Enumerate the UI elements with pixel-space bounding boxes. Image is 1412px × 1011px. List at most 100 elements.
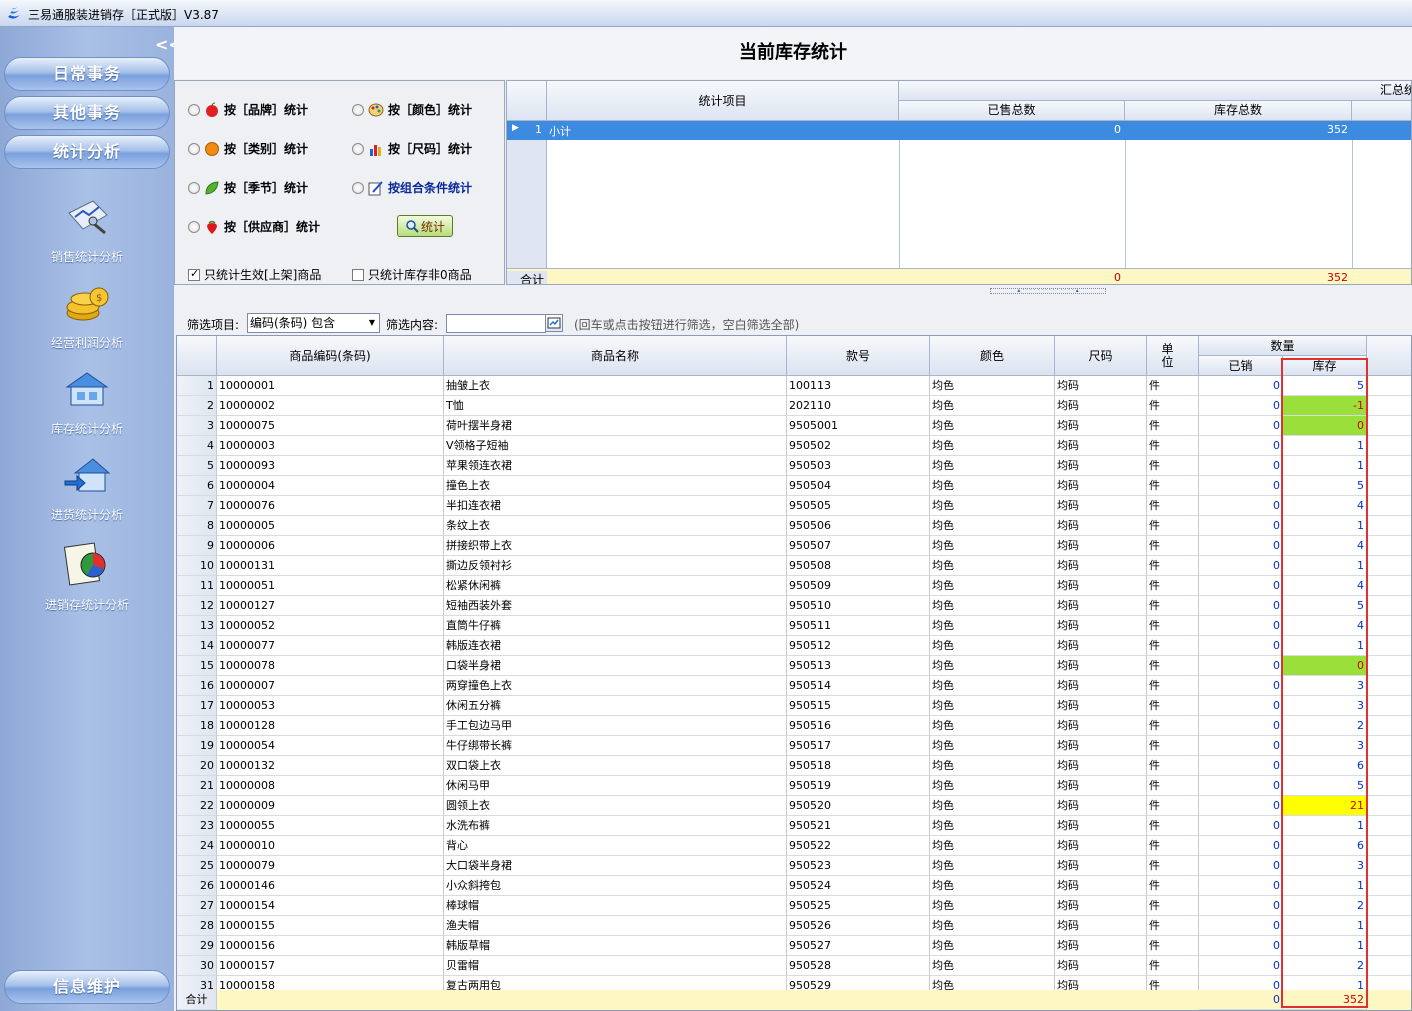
cell-sold: 0 [1199,396,1283,416]
table-row[interactable]: 21 10000008 休闲马甲 950519 均色 均码件 0 5 [177,776,1411,796]
cell-code: 10000156 [217,936,444,956]
cell-color: 均色 [930,716,1055,736]
option-by-combo[interactable]: 按组合条件统计 [352,179,472,196]
radio[interactable] [352,181,364,194]
filter-hint: (回车或点击按钮进行筛选，空白筛选全部) [574,318,800,332]
table-row[interactable]: 4 10000003 V领格子短袖 950502 均色 均码件 0 1 [177,436,1411,456]
cell-extra [1367,656,1411,676]
option-by-category[interactable]: 按［类别］统计 [188,140,308,157]
cell-sold: 0 [1199,916,1283,936]
nav-other-affairs[interactable]: 其他事务 [4,96,170,130]
filter-content-input[interactable] [446,314,546,333]
table-row[interactable]: 13 10000052 直筒牛仔裤 950511 均色 均码件 0 4 [177,616,1411,636]
radio[interactable] [188,142,200,155]
header-name[interactable]: 商品名称 [444,336,787,376]
table-row[interactable]: 28 10000155 渔夫帽 950526 均色 均码件 0 1 [177,916,1411,936]
cell-style: 950515 [787,696,930,716]
radio[interactable] [188,181,200,194]
summary-footer: 合计 0 352 [507,268,1411,284]
header-unit[interactable]: 单位 [1147,336,1199,376]
table-row[interactable]: 27 10000154 棒球帽 950525 均色 均码件 0 2 [177,896,1411,916]
table-row[interactable]: 22 10000009 圆领上衣 950520 均色 均码件 0 21 [177,796,1411,816]
coins-icon: $ [66,287,109,321]
table-row[interactable]: 17 10000053 休闲五分裤 950515 均色 均码件 0 3 [177,696,1411,716]
table-row[interactable]: 16 10000007 两穿撞色上衣 950514 均色 均码件 0 3 [177,676,1411,696]
cell-color: 均色 [930,616,1055,636]
option-by-color[interactable]: 按［颜色］统计 [352,101,472,118]
table-row[interactable]: 6 10000004 撞色上衣 950504 均色 均码件 0 5 [177,476,1411,496]
statistics-button[interactable]: 统计 [397,215,453,237]
cell-unit: 件 [1147,856,1199,876]
cell-sold: 0 [1199,636,1283,656]
cell-code: 10000004 [217,476,444,496]
row-number: 28 [177,916,217,936]
only-nonzero-checkbox[interactable]: 只统计库存非0商品 [352,266,472,283]
header-sold[interactable]: 已销 [1199,356,1283,376]
table-row[interactable]: 9 10000006 拼接织带上衣 950507 均色 均码件 0 4 [177,536,1411,556]
header-code[interactable]: 商品编码(条码) [217,336,444,376]
option-by-season[interactable]: 按［季节］统计 [188,179,308,196]
table-row[interactable]: 23 10000055 水洗布裤 950521 均色 均码件 0 1 [177,816,1411,836]
cell-size: 均码 [1055,856,1147,876]
summary-row-selected[interactable]: ▶ 1 小计 0 352 [507,121,1411,140]
table-row[interactable]: 24 10000010 背心 950522 均色 均码件 0 6 [177,836,1411,856]
cell-name: 松紧休闲裤 [444,576,787,596]
table-row[interactable]: 5 10000093 苹果领连衣裙 950503 均色 均码件 0 1 [177,456,1411,476]
panel-splitter[interactable]: ▴ · · · · · · · · · · · · · · ▴ [990,288,1106,294]
table-row[interactable]: 25 10000079 大口袋半身裙 950523 均色 均码件 0 3 [177,856,1411,876]
table-row[interactable]: 18 10000128 手工包边马甲 950516 均色 均码件 0 2 [177,716,1411,736]
option-by-supplier[interactable]: 按［供应商］统计 [188,218,320,235]
apple-icon [206,102,218,117]
table-row[interactable]: 8 10000005 条纹上衣 950506 均色 均码件 0 1 [177,516,1411,536]
radio[interactable] [188,103,200,116]
filter-item-select[interactable]: 编码(条码) 包含 ▼ [247,313,380,333]
checkbox-unchecked[interactable] [352,268,364,281]
table-row[interactable]: 30 10000157 贝雷帽 950528 均色 均码件 0 2 [177,956,1411,976]
table-row[interactable]: 26 10000146 小众斜挎包 950524 均色 均码件 0 1 [177,876,1411,896]
cell-extra [1367,416,1411,436]
table-row[interactable]: 20 10000132 双口袋上衣 950518 均色 均码件 0 6 [177,756,1411,776]
nav-statistics[interactable]: 统计分析 [4,135,170,169]
header-color[interactable]: 颜色 [930,336,1055,376]
cell-style: 950526 [787,916,930,936]
cell-sold: 0 [1199,816,1283,836]
cell-size: 均码 [1055,776,1147,796]
table-row[interactable]: 10 10000131 撕边反领衬衫 950508 均色 均码件 0 1 [177,556,1411,576]
filter-apply-button[interactable] [545,314,563,332]
cell-unit: 件 [1147,516,1199,536]
radio[interactable] [352,142,364,155]
option-by-size[interactable]: 按［尺码］统计 [352,140,472,157]
option-by-brand[interactable]: 按［品牌］统计 [188,101,308,118]
sales-statistics-tool[interactable]: 销售统计分析 [0,193,174,265]
checkbox-checked[interactable] [188,267,200,281]
table-row[interactable]: 7 10000076 半扣连衣裙 950505 均色 均码件 0 4 [177,496,1411,516]
purchase-analysis-tool[interactable]: 进货统计分析 [0,451,174,523]
divider [1352,140,1353,268]
profit-analysis-tool[interactable]: $ 经营利润分析 [0,279,174,351]
nav-daily-affairs[interactable]: 日常事务 [4,57,170,91]
header-stock[interactable]: 库存 [1283,356,1367,376]
table-row[interactable]: 19 10000054 牛仔绑带长裤 950517 均色 均码件 0 3 [177,736,1411,756]
pss-analysis-tool[interactable]: 进销存统计分析 [0,541,174,613]
cell-unit: 件 [1147,956,1199,976]
only-active-checkbox[interactable]: 只统计生效[上架]商品 [188,266,321,283]
table-row[interactable]: 15 10000078 口袋半身裙 950513 均色 均码件 0 0 [177,656,1411,676]
radio[interactable] [352,103,364,116]
table-row[interactable]: 1 10000001 抽皱上衣 100113 均色 均码件 0 5 [177,376,1411,396]
chevron-down-icon[interactable]: ▼ [365,314,379,332]
inventory-analysis-tool[interactable]: 库存统计分析 [0,365,174,437]
table-row[interactable]: 11 10000051 松紧休闲裤 950509 均色 均码件 0 4 [177,576,1411,596]
nav-info-maintenance[interactable]: 信息维护 [4,970,170,1004]
table-row[interactable]: 14 10000077 韩版连衣裙 950512 均色 均码件 0 1 [177,636,1411,656]
table-row[interactable]: 2 10000002 T恤 202110 均色 均码件 0 -1 [177,396,1411,416]
radio[interactable] [188,220,200,233]
divider [1125,140,1126,268]
grid-footer-label: 合计 [177,990,217,1010]
header-size[interactable]: 尺码 [1055,336,1147,376]
table-row[interactable]: 3 10000075 荷叶摆半身裙 9505001 均色 均码件 0 0 [177,416,1411,436]
header-style[interactable]: 款号 [787,336,930,376]
table-row[interactable]: 12 10000127 短袖西装外套 950510 均色 均码件 0 5 [177,596,1411,616]
orange-icon [205,141,219,156]
table-row[interactable]: 29 10000156 韩版草帽 950527 均色 均码件 0 1 [177,936,1411,956]
cell-unit: 件 [1147,776,1199,796]
